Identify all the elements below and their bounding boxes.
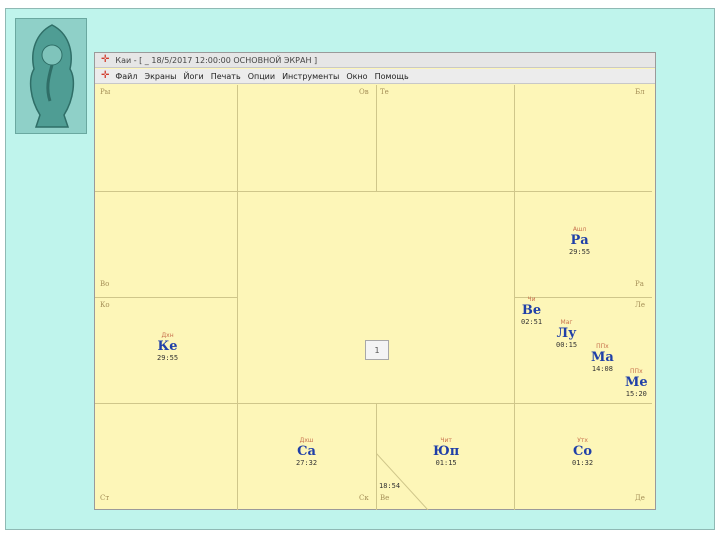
menu-print[interactable]: Печать xyxy=(211,72,241,81)
menu-bar: ✛ Файл Экраны Йоги Печать Опции Инструме… xyxy=(95,69,655,84)
planet-name: Юп xyxy=(433,444,460,459)
planet-name: Ме xyxy=(625,375,648,390)
menu-screens[interactable]: Экраны xyxy=(145,72,177,81)
house-label: Ле xyxy=(635,301,645,309)
app-window: ✛ Каи - [ _ 18/5/2017 12:00:00 ОСНОВНОЙ … xyxy=(94,52,656,510)
planet-so[interactable]: Утх Со 01:32 xyxy=(572,437,593,467)
grid-line xyxy=(95,297,237,298)
chart-grid: Ры Ов Те Бл Во Ра Ко Ле Ст Ск Ве Де Ашл … xyxy=(95,85,652,510)
planet-degree: 01:32 xyxy=(572,459,594,467)
house-label: Бл xyxy=(635,88,645,96)
planet-name: Са xyxy=(297,444,316,459)
planet-ve[interactable]: Чи Ве 02:51 xyxy=(521,296,542,326)
house-label: Во xyxy=(100,280,110,288)
planet-degree: 14:08 xyxy=(591,365,613,373)
title-bar: ✛ Каи - [ _ 18/5/2017 12:00:00 ОСНОВНОЙ … xyxy=(95,53,655,68)
planet-yup[interactable]: Чит Юп 01:15 xyxy=(433,437,459,467)
planet-name: Ма xyxy=(591,350,614,365)
app-cross-icon: ✛ xyxy=(101,54,110,65)
house-label: Ов xyxy=(359,88,369,96)
planet-name: Лу xyxy=(556,326,577,341)
planet-degree: 15:20 xyxy=(625,390,647,398)
menu-file[interactable]: Файл xyxy=(115,72,137,81)
planet-degree: 00:15 xyxy=(556,341,578,349)
menu-yogas[interactable]: Йоги xyxy=(183,72,203,81)
planet-degree: 29:55 xyxy=(569,248,591,256)
planet-degree: 01:15 xyxy=(435,459,457,467)
planet-ma[interactable]: ППх Ма 14:08 xyxy=(591,343,614,373)
house-label: Те xyxy=(380,88,389,96)
grid-line xyxy=(237,85,238,510)
ascendant-degree: 18:54 xyxy=(379,482,401,490)
ganesha-logo xyxy=(15,18,87,134)
planet-degree: 27:32 xyxy=(296,459,318,467)
menu-options[interactable]: Опции xyxy=(248,72,275,81)
planet-sa[interactable]: Дхш Са 27:32 xyxy=(296,437,317,467)
app-menu-icon[interactable]: ✛ xyxy=(101,71,109,81)
planet-ke[interactable]: Дхн Ке 29:55 xyxy=(157,332,178,362)
house-label: Ск xyxy=(359,494,369,502)
grid-line xyxy=(376,85,377,191)
planet-ra[interactable]: Ашл Ра 29:55 xyxy=(569,226,590,256)
planet-lu[interactable]: Маг Лу 00:15 xyxy=(556,319,577,349)
center-button[interactable]: 1 xyxy=(365,340,389,360)
menu-tools[interactable]: Инструменты xyxy=(282,72,339,81)
house-label: Ве xyxy=(380,494,390,502)
planet-degree: 02:51 xyxy=(521,318,543,326)
house-label: Ры xyxy=(100,88,111,96)
planet-name: Ке xyxy=(157,339,178,354)
planet-name: Ра xyxy=(570,233,589,248)
planet-name: Со xyxy=(573,444,593,459)
house-label: Ст xyxy=(100,494,110,502)
menu-help[interactable]: Помощь xyxy=(375,72,409,81)
house-label: Ра xyxy=(635,280,644,288)
grid-line xyxy=(95,191,652,192)
house-label: Де xyxy=(635,494,645,502)
planet-name: Ве xyxy=(521,303,542,318)
planet-me[interactable]: ППх Ме 15:20 xyxy=(625,368,648,398)
window-title: Каи - [ _ 18/5/2017 12:00:00 ОСНОВНОЙ ЭК… xyxy=(115,55,318,65)
house-label: Ко xyxy=(100,301,110,309)
menu-window[interactable]: Окно xyxy=(346,72,367,81)
grid-line xyxy=(95,403,652,404)
planet-degree: 29:55 xyxy=(157,354,179,362)
